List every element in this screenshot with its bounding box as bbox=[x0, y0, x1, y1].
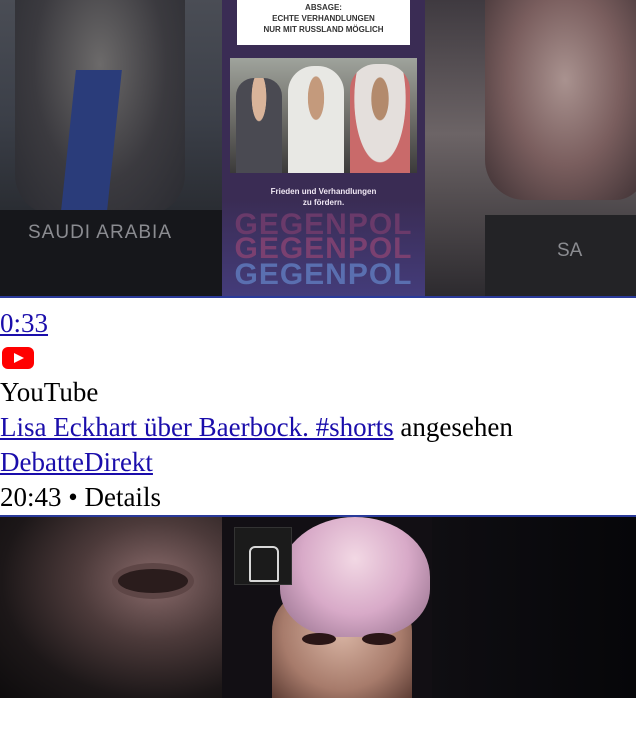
video-thumbnail-1[interactable]: SAUDI ARABIA ABSAGE: ECHTE VERHANDLUNGEN… bbox=[0, 0, 636, 298]
thumbnail-news-card: ABSAGE: ECHTE VERHANDLUNGEN NUR MIT RUSS… bbox=[222, 0, 425, 296]
thumbnail-person bbox=[485, 0, 636, 200]
activity-time: 20:43 bbox=[0, 482, 62, 512]
country-nameplate: SAUDI ARABIA bbox=[28, 222, 172, 243]
thumbnail-portrait bbox=[222, 517, 432, 698]
thumbnail-closeup bbox=[0, 517, 222, 698]
thumbnail-eye bbox=[118, 569, 188, 593]
photo-person bbox=[350, 64, 410, 173]
duration-link[interactable]: 0:33 bbox=[0, 308, 48, 338]
thumbnail-background-left: SAUDI ARABIA bbox=[0, 0, 222, 296]
video-title-link[interactable]: Lisa Eckhart über Baerbock. #shorts bbox=[0, 412, 394, 442]
channel-logo-icon bbox=[234, 527, 292, 585]
details-link[interactable]: Details bbox=[84, 482, 160, 512]
news-card-headline: ABSAGE: ECHTE VERHANDLUNGEN NUR MIT RUSS… bbox=[237, 0, 410, 45]
photo-person bbox=[236, 78, 282, 173]
video-thumbnail-2[interactable] bbox=[0, 515, 636, 698]
news-card-photo bbox=[230, 58, 417, 173]
thumbnail-dark-panel bbox=[432, 517, 636, 698]
meta-separator: • bbox=[61, 482, 85, 512]
activity-title: Lisa Eckhart über Baerbock. #shorts ange… bbox=[0, 410, 636, 445]
logo-glyph bbox=[249, 546, 279, 582]
country-nameplate: SA bbox=[557, 240, 583, 261]
photo-person bbox=[288, 66, 344, 173]
thumbnail-background-right: SA bbox=[425, 0, 636, 296]
source-label: YouTube bbox=[0, 377, 99, 407]
channel-link[interactable]: DebatteDirekt bbox=[0, 447, 153, 477]
thumbnail-eye bbox=[302, 633, 336, 645]
video-duration[interactable]: 0:33 bbox=[0, 298, 636, 341]
channel-row: DebatteDirekt bbox=[0, 445, 636, 480]
activity-meta: 20:43 • Details bbox=[0, 480, 636, 515]
watermark-text: GEGENPOL bbox=[234, 258, 413, 291]
activity-action-text: angesehen bbox=[393, 412, 513, 442]
thumbnail-turban bbox=[280, 517, 430, 637]
thumbnail-eye bbox=[362, 633, 396, 645]
youtube-icon bbox=[0, 341, 636, 375]
youtube-play-icon bbox=[2, 347, 34, 369]
